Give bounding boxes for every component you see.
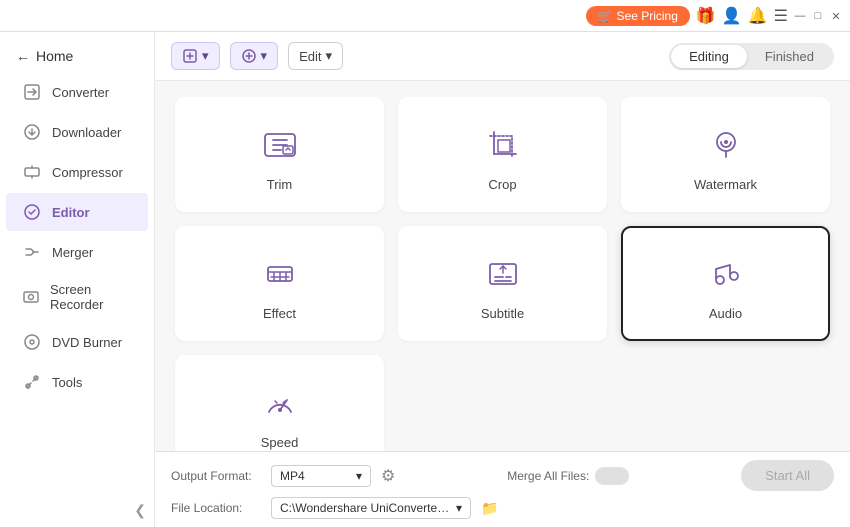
- dvd-burner-label: DVD Burner: [52, 335, 122, 350]
- crop-label: Crop: [488, 177, 516, 192]
- see-pricing-button[interactable]: 🛒 See Pricing: [586, 6, 690, 26]
- watermark-label: Watermark: [694, 177, 757, 192]
- home-label: Home: [36, 48, 73, 64]
- output-format-label: Output Format:: [171, 469, 261, 483]
- bottom-bar: Output Format: MP4 ▾ ⚙ Merge All Files: …: [155, 451, 850, 527]
- add-more-label: ▾: [261, 48, 268, 64]
- sidebar-item-merger[interactable]: Merger: [6, 233, 148, 271]
- add-file-label: ▾: [202, 48, 209, 64]
- sidebar-item-downloader[interactable]: Downloader: [6, 113, 148, 151]
- titlebar: 🛒 See Pricing 🎁 👤 🔔 ☰ — □ ✕: [0, 0, 850, 32]
- browse-folder-button[interactable]: 📁: [481, 500, 498, 517]
- dvd-burner-icon: [22, 332, 42, 352]
- location-dropdown-arrow: ▾: [456, 501, 462, 515]
- compressor-label: Compressor: [52, 165, 123, 180]
- tools-label: Tools: [52, 375, 82, 390]
- maximize-button[interactable]: □: [812, 10, 824, 22]
- output-format-row: Output Format: MP4 ▾ ⚙ Merge All Files: …: [171, 460, 834, 491]
- edit-card-subtitle[interactable]: Subtitle: [398, 226, 607, 341]
- output-format-icon[interactable]: ⚙: [381, 466, 395, 486]
- back-arrow-icon: ←: [16, 48, 30, 64]
- merge-all-files-toggle: Merge All Files:: [507, 467, 629, 485]
- edit-card-crop[interactable]: Crop: [398, 97, 607, 212]
- sidebar-item-tools[interactable]: Tools: [6, 363, 148, 401]
- editor-label: Editor: [52, 205, 90, 220]
- subtitle-icon: [481, 252, 525, 296]
- edit-card-effect[interactable]: Effect: [175, 226, 384, 341]
- speed-label: Speed: [261, 435, 299, 450]
- compressor-icon: [22, 162, 42, 182]
- bell-icon[interactable]: 🔔: [748, 6, 768, 26]
- file-location-value: C:\Wondershare UniConverter 1: [280, 501, 450, 515]
- add-file-icon: [182, 48, 198, 64]
- downloader-icon: [22, 122, 42, 142]
- collapse-arrow-icon: ❮: [134, 502, 146, 519]
- effect-label: Effect: [263, 306, 296, 321]
- edit-card-trim[interactable]: Trim: [175, 97, 384, 212]
- screen-recorder-label: Screen Recorder: [50, 282, 132, 312]
- sidebar-item-dvd-burner[interactable]: DVD Burner: [6, 323, 148, 361]
- audio-icon: [704, 252, 748, 296]
- edit-card-speed[interactable]: Speed: [175, 355, 384, 451]
- converter-icon: [22, 82, 42, 102]
- edit-dropdown-arrow: ▾: [325, 48, 332, 64]
- edit-label: Edit: [299, 49, 321, 64]
- tools-icon: [22, 372, 42, 392]
- start-all-button[interactable]: Start All: [741, 460, 834, 491]
- gift-icon[interactable]: 🎁: [696, 6, 716, 26]
- output-format-value: MP4: [280, 469, 305, 483]
- merger-icon: [22, 242, 42, 262]
- tab-editing[interactable]: Editing: [671, 45, 747, 68]
- edit-card-watermark[interactable]: Watermark: [621, 97, 830, 212]
- converter-label: Converter: [52, 85, 109, 100]
- sidebar-item-converter[interactable]: Converter: [6, 73, 148, 111]
- screen-recorder-icon: [22, 287, 40, 307]
- edit-card-audio[interactable]: Audio: [621, 226, 830, 341]
- sidebar-item-screen-recorder[interactable]: Screen Recorder: [6, 273, 148, 321]
- sidebar-item-compressor[interactable]: Compressor: [6, 153, 148, 191]
- add-more-button[interactable]: ▾: [230, 42, 279, 70]
- crop-icon: [481, 123, 525, 167]
- trim-icon: [258, 123, 302, 167]
- file-location-select[interactable]: C:\Wondershare UniConverter 1 ▾: [271, 497, 471, 519]
- format-dropdown-arrow: ▾: [356, 469, 362, 483]
- downloader-label: Downloader: [52, 125, 121, 140]
- merge-all-files-label: Merge All Files:: [507, 469, 589, 483]
- file-location-row: File Location: C:\Wondershare UniConvert…: [171, 497, 834, 519]
- sidebar-collapse-button[interactable]: ❮: [0, 494, 154, 527]
- sidebar-back-home[interactable]: ← Home: [0, 40, 154, 72]
- speed-icon: [258, 381, 302, 425]
- file-location-label: File Location:: [171, 501, 261, 515]
- merger-label: Merger: [52, 245, 93, 260]
- toolbar: ▾ ▾ Edit ▾ Editing Finished: [155, 32, 850, 81]
- add-file-button[interactable]: ▾: [171, 42, 220, 70]
- editor-grid: Trim Crop: [155, 81, 850, 451]
- minimize-button[interactable]: —: [794, 10, 806, 22]
- tab-group: Editing Finished: [669, 43, 834, 70]
- app-body: ← Home Converter Downloader Compressor: [0, 32, 850, 527]
- menu-icon[interactable]: ☰: [774, 6, 788, 26]
- edit-dropdown[interactable]: Edit ▾: [288, 42, 343, 70]
- merge-toggle-track[interactable]: [595, 467, 629, 485]
- effect-icon: [258, 252, 302, 296]
- subtitle-label: Subtitle: [481, 306, 524, 321]
- audio-label: Audio: [709, 306, 742, 321]
- sidebar: ← Home Converter Downloader Compressor: [0, 32, 155, 527]
- editor-icon: [22, 202, 42, 222]
- content-area: ▾ ▾ Edit ▾ Editing Finished: [155, 32, 850, 527]
- close-button[interactable]: ✕: [830, 10, 842, 22]
- add-more-icon: [241, 48, 257, 64]
- cart-icon: 🛒: [598, 9, 613, 23]
- sidebar-item-editor[interactable]: Editor: [6, 193, 148, 231]
- see-pricing-label: See Pricing: [617, 9, 678, 23]
- trim-label: Trim: [267, 177, 293, 192]
- watermark-icon: [704, 123, 748, 167]
- output-format-select[interactable]: MP4 ▾: [271, 465, 371, 487]
- tab-finished[interactable]: Finished: [747, 45, 832, 68]
- user-icon[interactable]: 👤: [722, 6, 742, 26]
